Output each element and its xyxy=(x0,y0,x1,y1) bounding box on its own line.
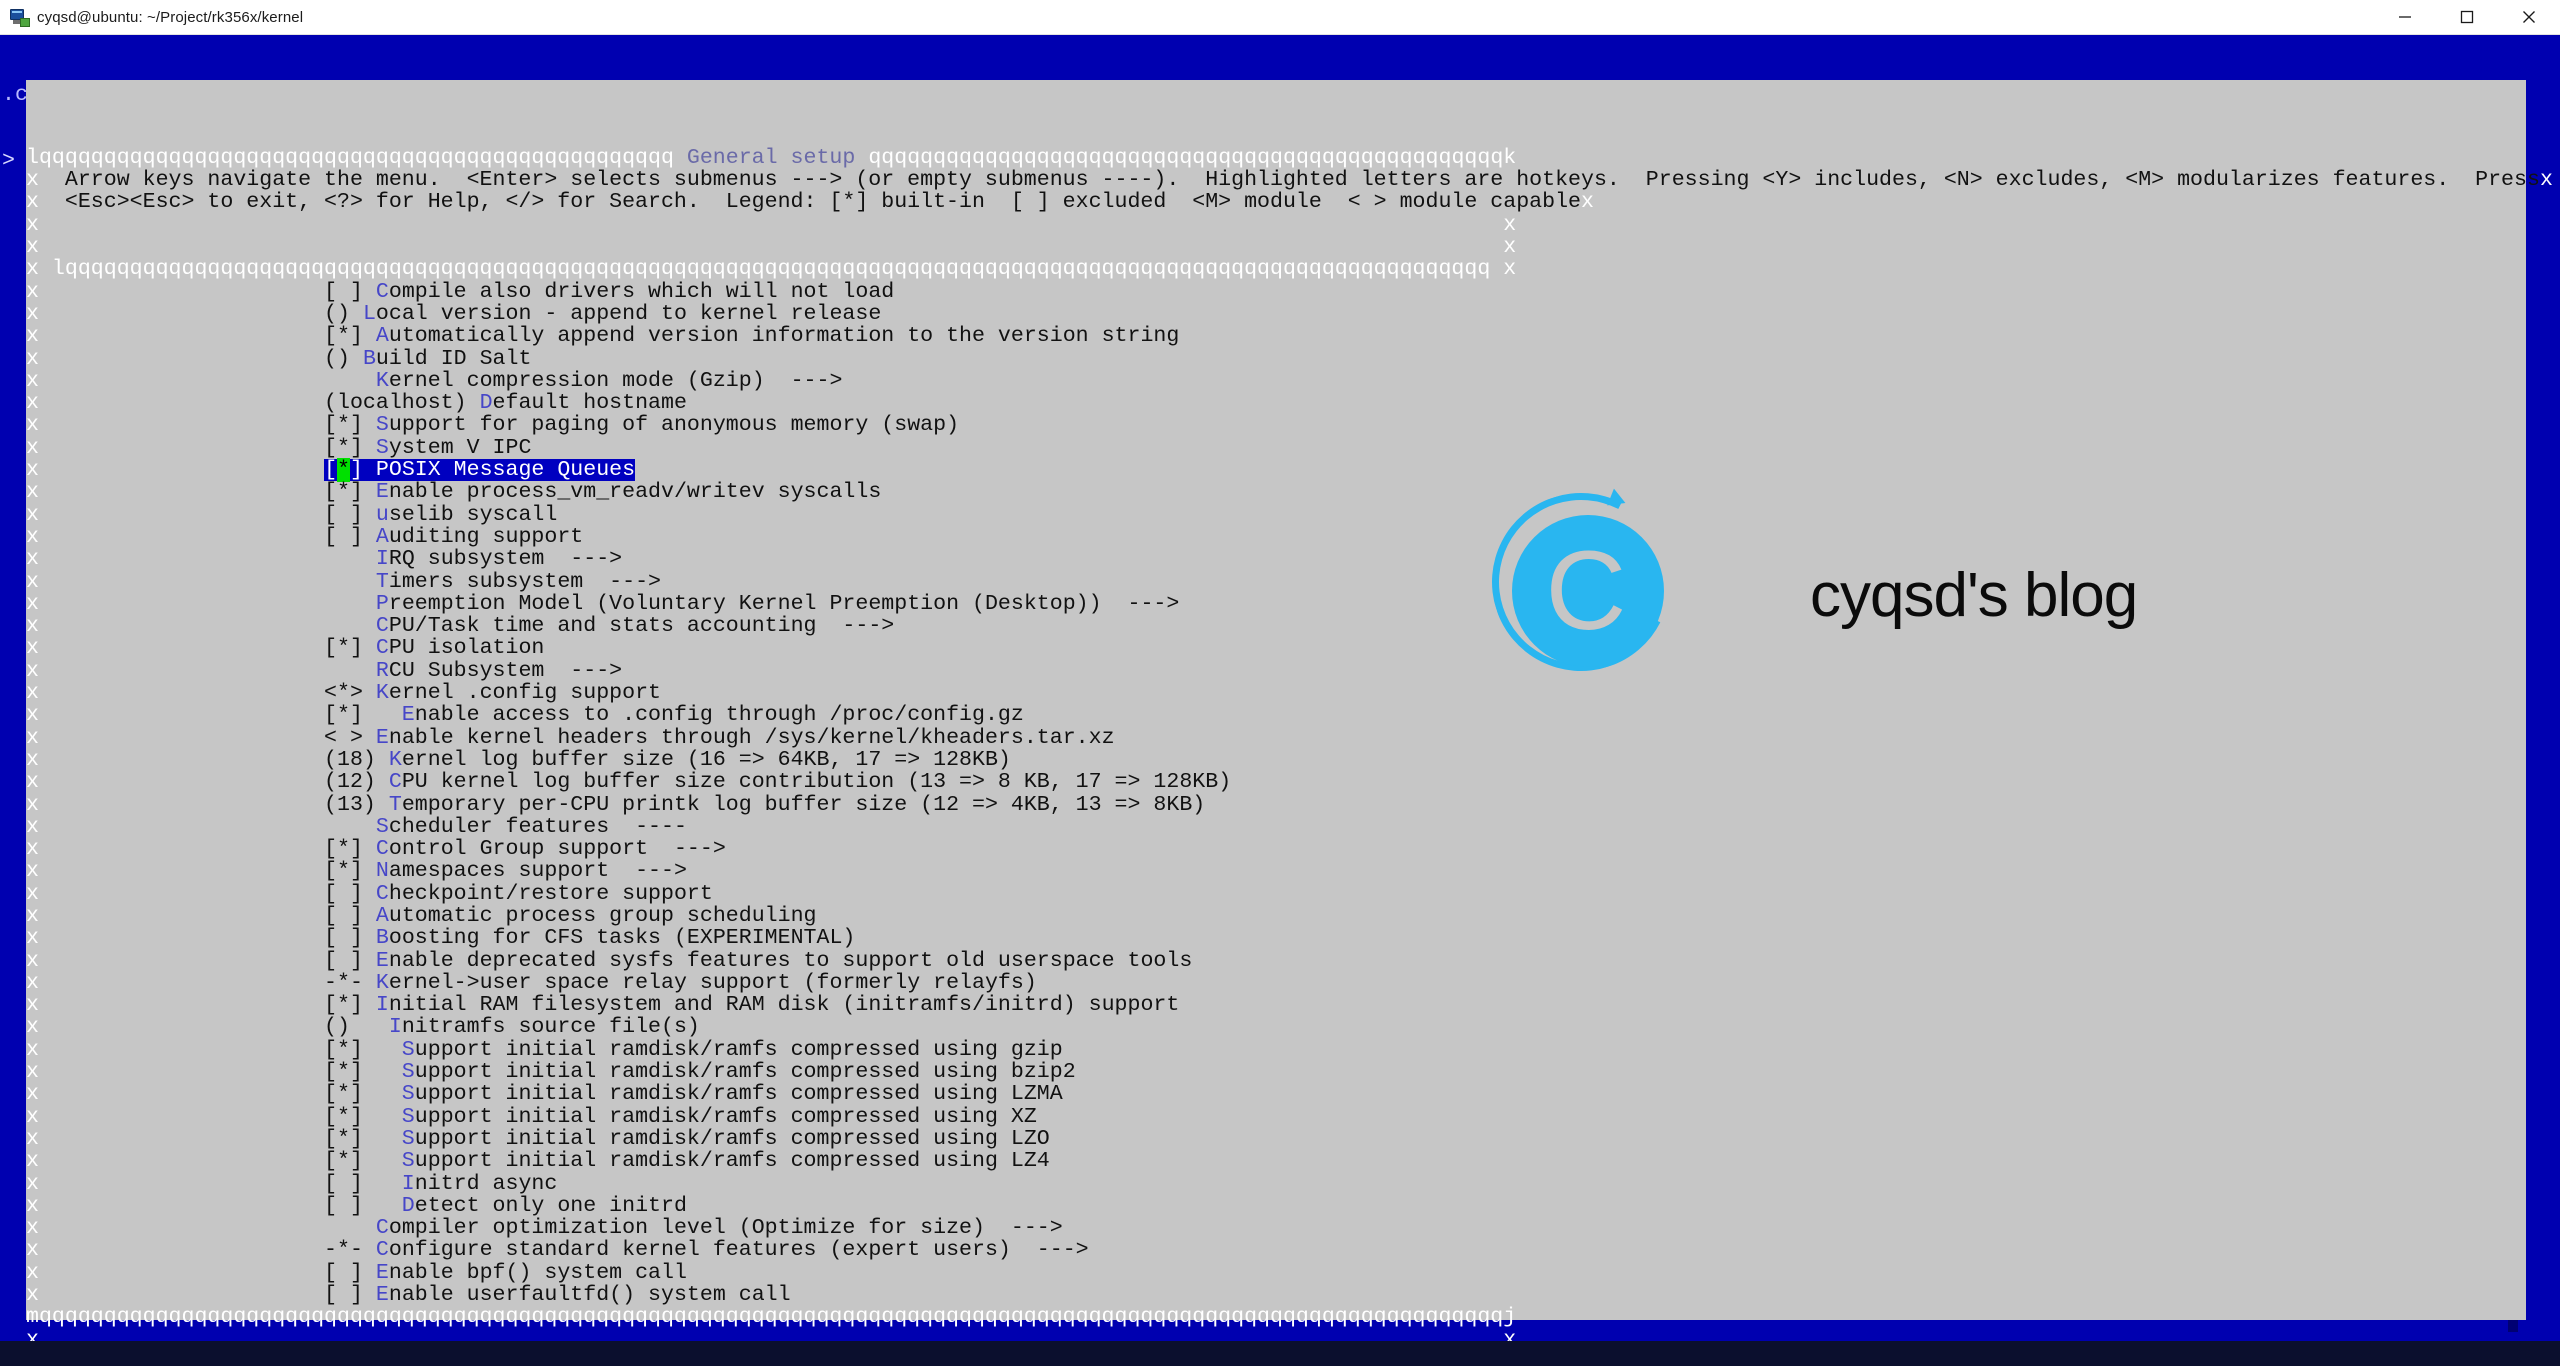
minimize-button[interactable] xyxy=(2374,0,2436,35)
menu-item-15[interactable]: x CPU/Task time and stats accounting ---… xyxy=(26,615,2526,637)
menu-item-39[interactable]: x [*] Support initial ramdisk/ramfs comp… xyxy=(26,1150,2526,1172)
window-title: cyqsd@ubuntu: ~/Project/rk356x/kernel xyxy=(37,8,304,26)
menu-item-24[interactable]: x Scheduler features ---- xyxy=(26,816,2526,838)
menu-item-38[interactable]: x [*] Support initial ramdisk/ramfs comp… xyxy=(26,1128,2526,1150)
menu-item-26[interactable]: x [*] Namespaces support ---> xyxy=(26,860,2526,882)
menu-item-36[interactable]: x [*] Support initial ramdisk/ramfs comp… xyxy=(26,1083,2526,1105)
menu-item-25[interactable]: x [*] Control Group support ---> xyxy=(26,838,2526,860)
menu-item-21[interactable]: x (18) Kernel log buffer size (16 => 64K… xyxy=(26,749,2526,771)
menu-item-32[interactable]: x [*] Initial RAM filesystem and RAM dis… xyxy=(26,994,2526,1016)
menu-item-18[interactable]: x <*> Kernel .config support xyxy=(26,682,2526,704)
menu-item-41[interactable]: x [ ] Detect only one initrd xyxy=(26,1195,2526,1217)
terminal-icon xyxy=(8,6,30,28)
menu-item-30[interactable]: x [ ] Enable deprecated sysfs features t… xyxy=(26,949,2526,972)
menu-item-12[interactable]: x IRQ subsystem ---> xyxy=(26,548,2526,570)
menu-item-10[interactable]: x [ ] uselib syscall xyxy=(26,503,2526,526)
menu-item-4[interactable]: x Kernel compression mode (Gzip) ---> xyxy=(26,370,2526,392)
menu-item-19[interactable]: x [*] Enable access to .config through /… xyxy=(26,704,2526,726)
menu-item-28[interactable]: x [ ] Automatic process group scheduling xyxy=(26,905,2526,927)
menu-item-31[interactable]: x -*- Kernel->user space relay support (… xyxy=(26,972,2526,994)
menu-item-5[interactable]: x (localhost) Default hostname xyxy=(26,392,2526,414)
menu-item-34[interactable]: x [*] Support initial ramdisk/ramfs comp… xyxy=(26,1039,2526,1061)
dialog-top-border: lqqqqqqqqqqqqqqqqqqqqqqqqqqqqqqqqqqqqqqq… xyxy=(26,145,1517,170)
menu-item-7[interactable]: x [*] System V IPC xyxy=(26,437,2526,459)
help-spacer-1: x x xyxy=(26,212,1517,237)
window-titlebar: cyqsd@ubuntu: ~/Project/rk356x/kernel xyxy=(0,0,2560,35)
menuconfig-dialog: lqqqqqqqqqqqqqqqqqqqqqqqqqqqqqqqqqqqqqqq… xyxy=(26,80,2553,1366)
menu-item-2[interactable]: x [*] Automatically append version infor… xyxy=(26,325,2526,347)
menu-item-1[interactable]: x () Local version - append to kernel re… xyxy=(26,303,2526,325)
menu-item-20[interactable]: x < > Enable kernel headers through /sys… xyxy=(26,726,2526,749)
menu-item-23[interactable]: x (13) Temporary per-CPU printk log buff… xyxy=(26,793,2526,816)
window-controls xyxy=(2374,0,2560,35)
menu-item-16[interactable]: x [*] CPU isolation xyxy=(26,637,2526,659)
menu-item-3[interactable]: x () Build ID Salt xyxy=(26,347,2526,370)
menu-item-14[interactable]: x Preemption Model (Voluntary Kernel Pre… xyxy=(26,593,2526,615)
menu-item-45[interactable]: x [ ] Enable userfaultfd() system call xyxy=(26,1284,2526,1306)
help-line-2: x <Esc><Esc> to exit, <?> for Help, </> … xyxy=(26,190,1594,215)
menu-item-11[interactable]: x [ ] Auditing support xyxy=(26,526,2526,548)
menu-item-8[interactable]: x [*] POSIX Message Queues xyxy=(26,458,2526,483)
taskbar-strip xyxy=(0,1341,2560,1366)
menu-item-37[interactable]: x [*] Support initial ramdisk/ramfs comp… xyxy=(26,1106,2526,1128)
application-window: cyqsd@ubuntu: ~/Project/rk356x/kernel .c… xyxy=(0,0,2560,1366)
menu-item-29[interactable]: x [ ] Boosting for CFS tasks (EXPERIMENT… xyxy=(26,927,2526,949)
menu-item-22[interactable]: x (12) CPU kernel log buffer size contri… xyxy=(26,771,2526,793)
menu-item-44[interactable]: x [ ] Enable bpf() system call xyxy=(26,1262,2526,1284)
maximize-button[interactable] xyxy=(2436,0,2498,35)
menu-item-27[interactable]: x [ ] Checkpoint/restore support xyxy=(26,883,2526,905)
menu-item-35[interactable]: x [*] Support initial ramdisk/ramfs comp… xyxy=(26,1061,2526,1083)
menu-item-40[interactable]: x [ ] Initrd async xyxy=(26,1172,2526,1195)
help-spacer-2: x x xyxy=(26,235,1517,260)
close-button[interactable] xyxy=(2498,0,2560,35)
menu-item-43[interactable]: x -*- Configure standard kernel features… xyxy=(26,1239,2526,1261)
list-top-border: x lqqqqqqqqqqqqqqqqqqqqqqqqqqqqqqqqqqqqq… xyxy=(26,257,1517,282)
menu-item-6[interactable]: x [*] Support for paging of anonymous me… xyxy=(26,414,2526,436)
menu-item-33[interactable]: x () Initramfs source file(s) xyxy=(26,1016,2526,1038)
list-bottom-border: mqqqqqqqqqqqqqqqqqqqqqqqqqqqqqqqqqqqqqqq… xyxy=(26,1305,1517,1330)
menu-item-42[interactable]: x Compiler optimization level (Optimize … xyxy=(26,1217,2526,1239)
menu-item-0[interactable]: x [ ] Compile also drivers which will no… xyxy=(26,281,2526,303)
menu-item-17[interactable]: x RCU Subsystem ---> xyxy=(26,660,2526,682)
menu-item-9[interactable]: x [*] Enable process_vm_readv/writev sys… xyxy=(26,481,2526,503)
help-line-1: x Arrow keys navigate the menu. <Enter> … xyxy=(26,168,2553,193)
menu-item-13[interactable]: x Timers subsystem ---> xyxy=(26,570,2526,593)
